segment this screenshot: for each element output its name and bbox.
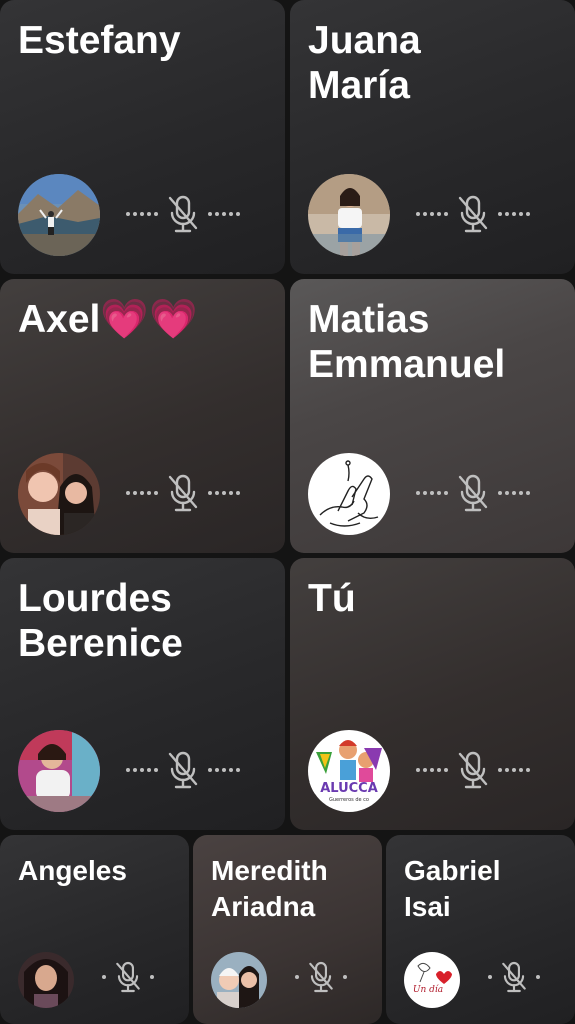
participant-name: Lourdes Berenice [18, 577, 183, 665]
participant-tile-self[interactable]: Tú ALUCCA Guerreros de co [290, 558, 575, 830]
participant-tile-matias-emmanuel[interactable]: Matias Emmanuel [290, 279, 575, 553]
avatar [211, 952, 267, 1008]
mic-muted-icon [502, 961, 526, 993]
audio-dots-left [416, 212, 448, 216]
alucca-logo-text: ALUCCA [320, 781, 378, 796]
participant-name: Estefany [18, 19, 181, 62]
audio-dots-right [343, 975, 347, 979]
sketch-text: Un día [413, 984, 443, 995]
avatar [308, 453, 390, 535]
participant-name: Tú [308, 577, 356, 620]
mic-status [295, 960, 347, 994]
mic-status [488, 960, 540, 994]
mic-status [102, 960, 154, 994]
avatar [18, 952, 74, 1008]
audio-dots-right [498, 212, 530, 216]
mic-muted-icon [168, 195, 198, 233]
mic-muted-icon [309, 961, 333, 993]
participant-tile-angeles[interactable]: Angeles [0, 835, 189, 1024]
mic-muted-icon [168, 474, 198, 512]
audio-dots-right [498, 768, 530, 772]
avatar: Un día [404, 952, 460, 1008]
avatar [18, 730, 100, 812]
audio-dots-right [208, 768, 240, 772]
audio-dots-left [295, 975, 299, 979]
audio-dots-left [488, 975, 492, 979]
participant-name: Matias Emmanuel [308, 298, 506, 386]
mic-muted-icon [458, 195, 488, 233]
alucca-logo-subtext: Guerreros de co [329, 797, 369, 803]
participant-name: Juana María [308, 19, 421, 107]
participant-name: Gabriel Isai [404, 855, 501, 922]
audio-dots-left [126, 212, 158, 216]
mic-status [126, 194, 240, 234]
mic-muted-icon [116, 961, 140, 993]
participant-tile-estefany[interactable]: Estefany [0, 0, 285, 274]
participant-tile-axel[interactable]: Axel💗💗 [0, 279, 285, 553]
audio-dots-left [126, 768, 158, 772]
mic-muted-icon [168, 751, 198, 789]
audio-dots-left [416, 491, 448, 495]
mic-muted-icon [458, 474, 488, 512]
mic-status [416, 194, 530, 234]
avatar [18, 174, 100, 256]
participant-tile-gabriel-isai[interactable]: Gabriel Isai Un día [386, 835, 575, 1024]
audio-dots-left [416, 768, 448, 772]
audio-dots-right [536, 975, 540, 979]
participant-name: Meredith Ariadna [211, 855, 328, 922]
mic-status [126, 473, 240, 513]
participant-tile-lourdes-berenice[interactable]: Lourdes Berenice [0, 558, 285, 830]
audio-dots-right [208, 212, 240, 216]
audio-dots-left [126, 491, 158, 495]
participant-name: Angeles [18, 855, 127, 886]
avatar [18, 453, 100, 535]
avatar: ALUCCA Guerreros de co [308, 730, 390, 812]
audio-dots-right [208, 491, 240, 495]
participant-tile-meredith-ariadna[interactable]: Meredith Ariadna [193, 835, 382, 1024]
participant-tile-juana-maria[interactable]: Juana María [290, 0, 575, 274]
audio-dots-right [150, 975, 154, 979]
mic-status [126, 750, 240, 790]
participant-name: Axel💗💗 [18, 298, 198, 341]
audio-dots-right [498, 491, 530, 495]
mic-muted-icon[interactable] [456, 750, 490, 790]
audio-dots-left [102, 975, 106, 979]
mic-status [416, 473, 530, 513]
mic-status [416, 750, 530, 790]
avatar [308, 174, 390, 256]
